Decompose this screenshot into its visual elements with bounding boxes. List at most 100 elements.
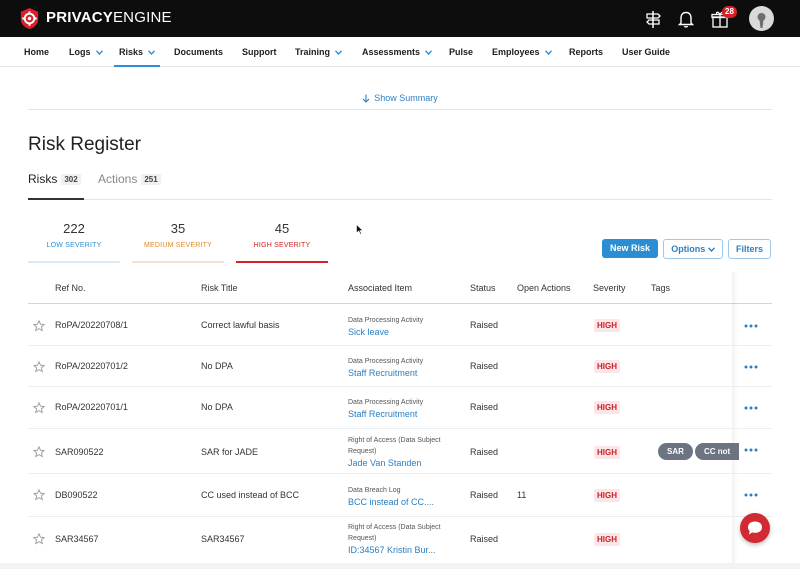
more-icon[interactable] — [743, 364, 759, 370]
chevron-down-icon — [95, 50, 103, 56]
associated-type: Data Breach Log — [348, 487, 401, 494]
associated-link[interactable]: Staff Recruitment — [348, 367, 423, 379]
associated-link[interactable]: ID:34567 Kristin Bur... — [348, 544, 441, 556]
star-icon[interactable] — [33, 320, 45, 332]
avatar[interactable] — [749, 6, 774, 31]
more-icon[interactable] — [743, 447, 759, 453]
ref-no: RoPA/20220708/1 — [55, 320, 128, 330]
ref-no: SAR090522 — [55, 447, 104, 457]
chat-button[interactable] — [740, 513, 770, 543]
table-row[interactable]: SAR34567 SAR34567 Right of Access (Data … — [28, 517, 772, 563]
brand-name[interactable]: PRIVACYENGINE — [46, 9, 172, 26]
tab-actions[interactable]: Actions 251 — [98, 172, 161, 200]
associated-type: Data Processing Activity — [348, 317, 424, 324]
top-bar: PRIVACYENGINE 28 — [0, 0, 800, 37]
options-button[interactable]: Options — [663, 239, 723, 259]
summary-bar: Show Summary — [28, 86, 772, 110]
header-ref-no[interactable]: Ref No. — [55, 275, 86, 302]
more-icon[interactable] — [743, 323, 759, 329]
severity-badge: HIGH — [594, 319, 620, 332]
cursor-icon — [356, 224, 364, 235]
header-status[interactable]: Status — [470, 275, 496, 302]
header-severity[interactable]: Severity — [593, 275, 626, 302]
tab-bar: Risks 302 Actions 251 — [28, 172, 772, 200]
more-icon[interactable] — [743, 405, 759, 411]
high-severity-label: HIGH SEVERITY — [253, 242, 311, 249]
star-icon[interactable] — [33, 361, 45, 373]
nav-support[interactable]: Support — [242, 37, 277, 67]
tag-pill[interactable]: SAR — [658, 443, 693, 460]
risk-title: Correct lawful basis — [201, 320, 280, 330]
nav-logs[interactable]: Logs — [69, 37, 103, 67]
tab-risks[interactable]: Risks 302 — [28, 172, 84, 200]
nav-user-guide[interactable]: User Guide — [622, 37, 670, 67]
filters-button[interactable]: Filters — [728, 239, 771, 259]
ref-no: RoPA/20220701/1 — [55, 402, 128, 412]
nav-home[interactable]: Home — [24, 37, 49, 67]
associated-type: Data Processing Activity — [348, 358, 424, 365]
nav-reports[interactable]: Reports — [569, 37, 603, 67]
risk-title: CC used instead of BCC — [201, 490, 300, 500]
risk-title: SAR34567 — [201, 534, 245, 544]
tag-pill[interactable]: CC not — [695, 443, 739, 460]
ref-no: SAR34567 — [55, 534, 99, 544]
nav-pulse[interactable]: Pulse — [449, 37, 473, 67]
associated-link[interactable]: Staff Recruitment — [348, 408, 423, 420]
logo-icon[interactable] — [18, 7, 41, 30]
table-row[interactable]: DB090522 CC used instead of BCC Data Bre… — [28, 474, 772, 517]
header-tags[interactable]: Tags — [651, 275, 670, 302]
nav-risks[interactable]: Risks — [114, 37, 161, 67]
associated-item: Data Breach Log BCC instead of CC.... — [348, 485, 434, 508]
table-row[interactable]: RoPA/20220708/1 Correct lawful basis Dat… — [28, 305, 772, 346]
medium-severity-card[interactable]: 35 MEDIUM SEVERITY — [132, 218, 224, 263]
chevron-down-icon — [425, 50, 433, 56]
header-risk-title[interactable]: Risk Title — [201, 275, 238, 302]
header-open-actions[interactable]: Open Actions — [517, 275, 571, 302]
new-risk-button[interactable]: New Risk — [602, 239, 658, 258]
bell-icon[interactable] — [675, 8, 697, 30]
high-severity-card[interactable]: 45 HIGH SEVERITY — [236, 218, 328, 263]
chevron-down-icon — [148, 50, 156, 56]
associated-link[interactable]: Jade Van Standen — [348, 457, 441, 469]
severity-badge: HIGH — [594, 446, 620, 459]
severity-badge: HIGH — [594, 489, 620, 502]
star-icon[interactable] — [33, 402, 45, 414]
associated-link[interactable]: BCC instead of CC.... — [348, 496, 434, 508]
nav-documents[interactable]: Documents — [174, 37, 223, 67]
low-severity-label: LOW SEVERITY — [46, 242, 102, 249]
table-row[interactable]: SAR090522 SAR for JADE Right of Access (… — [28, 429, 772, 474]
low-severity-card[interactable]: 222 LOW SEVERITY — [28, 218, 120, 263]
chat-icon — [748, 521, 762, 535]
associated-type-continued: Request) — [348, 535, 377, 542]
header-associated-item[interactable]: Associated Item — [348, 275, 412, 302]
ref-no: DB090522 — [55, 490, 98, 500]
associated-item: Data Processing Activity Staff Recruitme… — [348, 397, 423, 420]
nav-training[interactable]: Training — [295, 37, 343, 67]
associated-type-continued: Request) — [348, 448, 377, 455]
associated-item: Data Processing Activity Sick leave — [348, 315, 423, 338]
table-row[interactable]: RoPA/20220701/2 No DPA Data Processing A… — [28, 346, 772, 387]
signpost-icon[interactable] — [642, 8, 664, 30]
chevron-down-icon — [335, 50, 343, 56]
associated-type: Right of Access (Data Subject — [348, 524, 441, 531]
status: Raised — [470, 320, 499, 330]
more-icon[interactable] — [743, 492, 759, 498]
star-icon[interactable] — [33, 446, 45, 458]
status: Raised — [470, 402, 499, 412]
star-icon[interactable] — [33, 533, 45, 545]
nav-employees[interactable]: Employees — [492, 37, 552, 67]
associated-item: Right of Access (Data Subject Request) I… — [348, 522, 441, 556]
status: Raised — [470, 534, 499, 544]
tab-count: 302 — [61, 174, 81, 186]
show-summary-link[interactable]: Show Summary — [362, 86, 438, 110]
table-row[interactable]: RoPA/20220701/1 No DPA Data Processing A… — [28, 387, 772, 429]
status: Raised — [470, 361, 499, 371]
horizontal-scrollbar[interactable] — [0, 563, 800, 569]
associated-type: Data Processing Activity — [348, 399, 424, 406]
associated-link[interactable]: Sick leave — [348, 326, 423, 338]
open-actions: 11 — [517, 490, 527, 500]
arrow-down-icon — [362, 94, 370, 103]
nav-assessments[interactable]: Assessments — [362, 37, 433, 67]
status: Raised — [470, 490, 499, 500]
star-icon[interactable] — [33, 489, 45, 501]
